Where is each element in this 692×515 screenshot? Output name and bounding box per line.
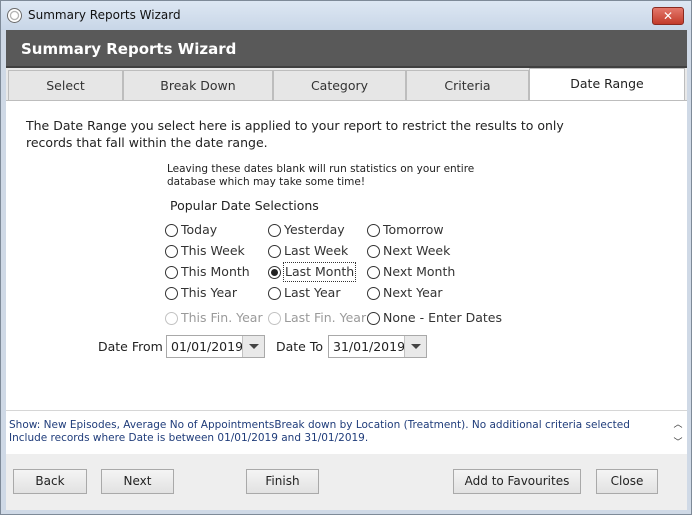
tab-break-down[interactable]: Break Down (123, 70, 273, 100)
date-to-value[interactable]: 31/01/2019 (333, 338, 405, 356)
radio-label: None - Enter Dates (383, 310, 502, 325)
radio-circle (367, 312, 380, 325)
radio-label: Last Week (284, 243, 349, 258)
radio-circle (268, 245, 281, 258)
date-to-dropdown-icon[interactable] (404, 336, 426, 357)
footer-bar: Back Next Finish Add to Favourites Close (6, 454, 687, 510)
radio-label: Next Week (383, 243, 451, 258)
scroll-up-icon[interactable]: ︿ (673, 420, 683, 430)
radio-circle (367, 266, 380, 279)
tab-strip: Select Break Down Category Criteria Date… (6, 68, 687, 100)
radio-label: Today (181, 222, 218, 237)
next-button[interactable]: Next (101, 469, 174, 494)
radio-circle (165, 266, 178, 279)
wizard-window: Summary Reports Wizard ✕ Summary Reports… (0, 0, 692, 515)
popular-selections-label: Popular Date Selections (170, 198, 319, 213)
radio-label: Yesterday (284, 222, 345, 237)
date-from-label: Date From (98, 339, 163, 354)
radio-circle (268, 312, 281, 325)
finish-button[interactable]: Finish (246, 469, 319, 494)
summary-text: Show: New Episodes, Average No of Appoin… (9, 419, 630, 444)
close-button[interactable]: Close (596, 469, 658, 494)
tab-date-range[interactable]: Date Range (529, 68, 685, 100)
blank-dates-note: Leaving these dates blank will run stati… (167, 163, 475, 188)
title-bar[interactable]: Summary Reports Wizard ✕ (1, 1, 691, 30)
date-to-label: Date To (276, 339, 324, 354)
tab-category[interactable]: Category (273, 70, 406, 100)
tab-select[interactable]: Select (8, 70, 123, 100)
back-button[interactable]: Back (13, 469, 87, 494)
radio-circle (268, 287, 281, 300)
tab-criteria[interactable]: Criteria (406, 70, 529, 100)
radio-circle (165, 224, 178, 237)
radio-circle (367, 245, 380, 258)
radio-label: Last Fin. Year (284, 310, 367, 325)
date-from-combo[interactable]: 01/01/2019 (166, 335, 265, 358)
radio-circle (165, 312, 178, 325)
radio-label: This Month (181, 264, 250, 279)
radio-label: Last Month (282, 262, 357, 282)
radio-circle (367, 224, 380, 237)
summary-box[interactable]: Show: New Episodes, Average No of Appoin… (6, 410, 687, 454)
wizard-content: Summary Reports Wizard Select Break Down… (6, 30, 687, 510)
date-to-combo[interactable]: 31/01/2019 (328, 335, 427, 358)
scroll-down-icon[interactable]: ﹀ (673, 438, 683, 448)
radio-label: Next Month (383, 264, 456, 279)
radio-label: Last Year (284, 285, 341, 300)
intro-text: The Date Range you select here is applie… (26, 118, 564, 150)
window-title: Summary Reports Wizard (28, 8, 181, 22)
date-from-dropdown-icon[interactable] (242, 336, 264, 357)
wizard-header: Summary Reports Wizard (6, 30, 687, 68)
date-from-value[interactable]: 01/01/2019 (171, 338, 243, 356)
radio-label: This Fin. Year (181, 310, 263, 325)
radio-label: This Year (181, 285, 237, 300)
date-range-panel: The Date Range you select here is applie… (6, 100, 687, 410)
app-icon (7, 8, 22, 23)
radio-label: Tomorrow (383, 222, 444, 237)
window-close-button[interactable]: ✕ (652, 7, 684, 25)
radio-circle (268, 224, 281, 237)
radio-circle (165, 287, 178, 300)
add-to-favourites-button[interactable]: Add to Favourites (453, 469, 581, 494)
radio-label: This Week (181, 243, 245, 258)
radio-label: Next Year (383, 285, 443, 300)
wizard-header-title: Summary Reports Wizard (21, 40, 237, 58)
radio-circle-selected (268, 266, 281, 279)
radio-circle (367, 287, 380, 300)
radio-circle (165, 245, 178, 258)
